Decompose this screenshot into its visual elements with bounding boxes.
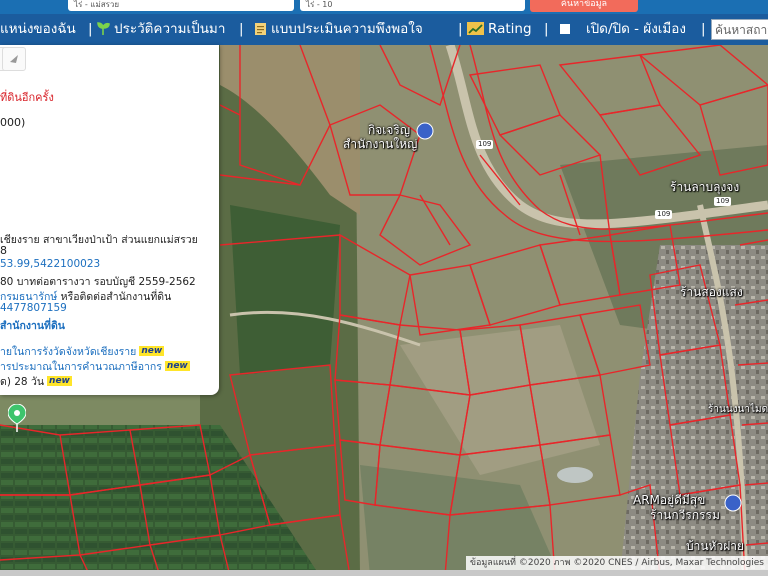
search-data-button[interactable]: ค้นหาข้อมูล (530, 0, 638, 12)
road-number: 109 (655, 210, 673, 219)
nav-separator: | (458, 21, 463, 37)
sprout-icon (97, 22, 110, 35)
nav-my-location[interactable]: แหน่งของฉัน (0, 14, 76, 45)
nav-history[interactable]: ประวัติความเป็นมา (97, 14, 225, 45)
horizontal-scrollbar[interactable] (0, 570, 768, 576)
area-value: 000) (0, 116, 26, 129)
map-attribution: ข้อมูลแผนที่ ©2020 ภาพ ©2020 CNES / Airb… (465, 556, 768, 570)
area-select[interactable]: ไร่ - 10 (300, 0, 525, 11)
new-badge: new (47, 376, 72, 386)
nav-rating-label: Rating (488, 21, 532, 37)
nav-rating[interactable]: Rating (467, 14, 532, 45)
new-badge: new (139, 346, 165, 356)
parcel-info-panel: ที่ดินอีกครั้ง 000) 8 เชียงราย สาขาเวียง… (0, 45, 219, 395)
survey-fee-label: ายในการรังวัดจังหวัดเชียงราย (0, 346, 137, 358)
chart-icon (467, 22, 484, 35)
road-number: 109 (714, 197, 732, 206)
zoning-checkbox[interactable] (560, 24, 570, 34)
land-office-name: เชียงราย สาขาเวียงป่าเป้า ส่วนแยกแม่สรวย (0, 234, 198, 246)
share-icon (10, 55, 18, 63)
poi-label: ร้านสองแสง (680, 285, 743, 299)
place-search-input[interactable]: ค้นหาสถาน (711, 19, 768, 40)
coordinates-link[interactable]: 53.99,5422100023 (0, 258, 100, 270)
duration-line: ด) 28 วัน new (0, 373, 72, 390)
poi-label: สำนักงานใหญ่ (343, 137, 418, 151)
check-again-link[interactable]: ที่ดินอีกครั้ง (0, 88, 54, 106)
nav-bar: แหน่งของฉัน | ประวัติความเป็นมา | แบบประ… (0, 14, 768, 45)
new-badge: new (164, 361, 190, 371)
road-number: 109 (476, 140, 494, 149)
poi-label: ร้านนงนาไมด (708, 404, 768, 415)
contact-text: หรือติดต่อสำนักงานที่ดิน (57, 291, 172, 303)
nav-history-label: ประวัติความเป็นมา (114, 21, 226, 37)
nav-zoning-label: เปิด/ปิด - ผังเมือง (586, 21, 687, 37)
nav-separator: | (88, 21, 93, 37)
nav-survey-label: แบบประเมินความพึงพอใจ (271, 21, 423, 37)
parcel-marker-icon[interactable] (8, 404, 26, 432)
duration-label: ด) 28 วัน (0, 376, 45, 388)
nav-separator: | (239, 21, 244, 37)
nav-zoning-toggle[interactable]: เปิด/ปิด - ผังเมือง (560, 14, 686, 45)
phone-number[interactable]: 4477807159 (0, 302, 67, 314)
share-button[interactable] (2, 47, 26, 71)
tax-estimate-label: ารประมาณในการคำนวณภาษีอากร (0, 361, 162, 373)
clipboard-icon (255, 23, 266, 35)
land-office-link[interactable]: สำนักงานที่ดิน (0, 317, 65, 334)
district-select[interactable]: ไร่ - แม่สรวย (68, 0, 294, 11)
nav-survey[interactable]: แบบประเมินความพึงพอใจ (254, 14, 423, 45)
nav-separator: | (544, 21, 549, 37)
poi-label: ร้านกวีรกรรม (650, 508, 720, 522)
nav-separator: | (701, 21, 706, 37)
poi-label: บ้านหัวฝาย (686, 539, 745, 553)
poi-label: ร้านลาบลุงจง (670, 180, 740, 194)
top-search-strip: ไร่ - แม่สรวย ไร่ - 10 ค้นหาข้อมูล (0, 0, 768, 14)
